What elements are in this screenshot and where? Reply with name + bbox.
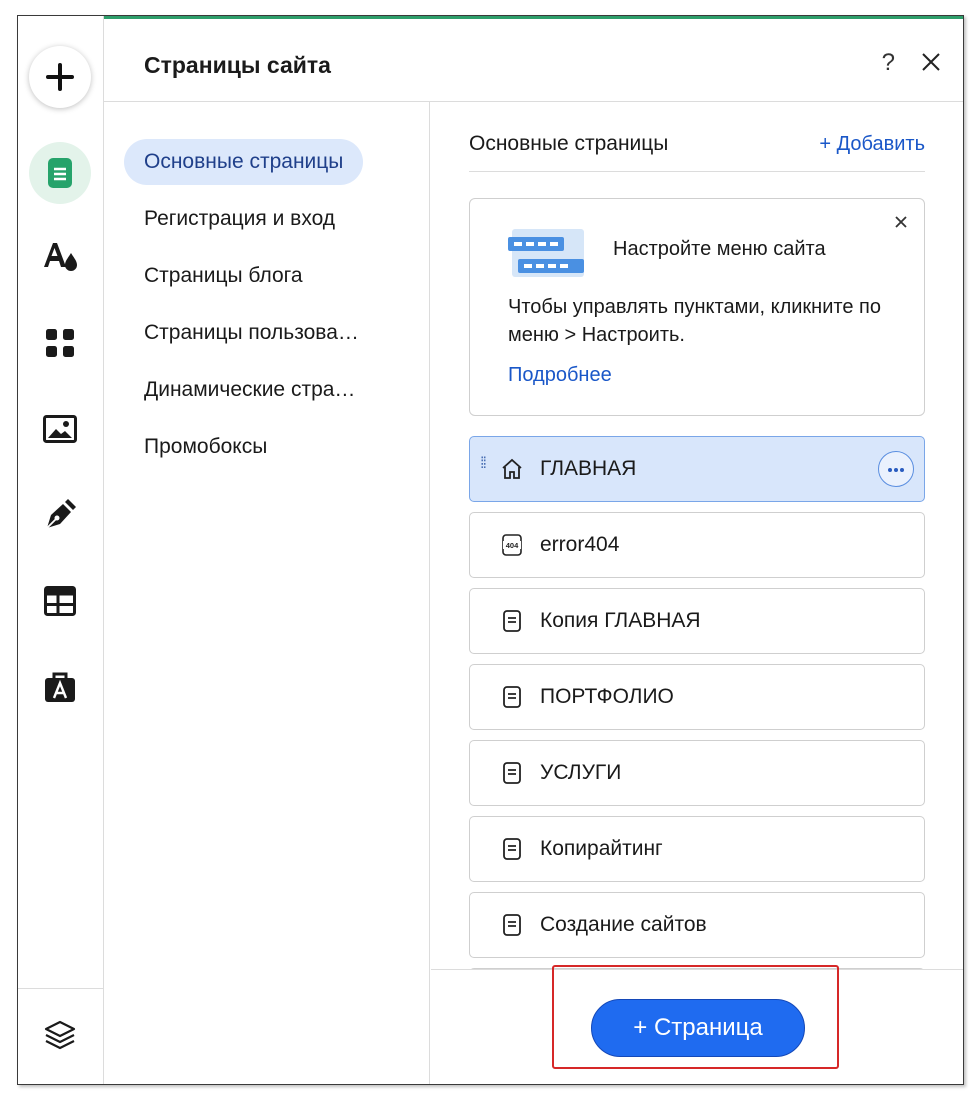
layers-button[interactable]: [29, 1004, 91, 1066]
pages-icon: [48, 158, 72, 188]
category-signup-login[interactable]: Регистрация и вход: [124, 196, 355, 242]
page-name: ГЛАВНАЯ: [540, 457, 637, 480]
page-icon: [503, 686, 521, 708]
page-icon: [503, 914, 521, 936]
category-user-pages[interactable]: Страницы пользова…: [124, 310, 379, 356]
site-pages-panel: Страницы сайта ? Основные страницы Регис…: [104, 19, 963, 1084]
apps-button[interactable]: [29, 312, 91, 374]
plus-icon: [46, 63, 74, 91]
help-button[interactable]: ?: [882, 49, 895, 77]
design-icon: [44, 243, 77, 271]
close-icon: [895, 216, 907, 228]
category-dynamic-pages[interactable]: Динамические стра…: [124, 367, 375, 413]
media-button[interactable]: [29, 398, 91, 460]
add-elements-button[interactable]: [29, 46, 91, 108]
learn-more-link[interactable]: Подробнее: [508, 364, 612, 387]
rail-divider: [18, 988, 104, 989]
page-list: ⁞⁞ ГЛАВНАЯ 404 error404 Копия ГЛАВНАЯ ПО…: [469, 436, 925, 972]
table-button[interactable]: [29, 570, 91, 632]
category-list: Основные страницы Регистрация и вход Стр…: [104, 102, 430, 1084]
page-row-services[interactable]: УСЛУГИ: [469, 740, 925, 806]
pen-icon: [46, 499, 76, 529]
site-pages-window: Страницы сайта ? Основные страницы Регис…: [17, 15, 964, 1085]
table-icon: [44, 586, 76, 616]
page-row-web-design[interactable]: Создание сайтов: [469, 892, 925, 958]
panel-header: Страницы сайта ?: [104, 19, 963, 102]
more-actions-button[interactable]: [878, 451, 914, 487]
page-name: УСЛУГИ: [540, 761, 622, 784]
tip-text: Чтобы управлять пунктами, кликните по ме…: [508, 296, 881, 346]
page-icon: [503, 762, 521, 784]
business-button[interactable]: [29, 656, 91, 718]
page-row-portfolio[interactable]: ПОРТФОЛИО: [469, 664, 925, 730]
pen-button[interactable]: [29, 484, 91, 546]
pane-header: Основные страницы + Добавить: [469, 126, 925, 172]
page-name: Копия ГЛАВНАЯ: [540, 609, 701, 632]
apps-icon: [46, 329, 74, 357]
highlight-annotation: [552, 965, 839, 1069]
pages-button[interactable]: [29, 142, 91, 204]
page-name: error404: [540, 533, 620, 556]
close-icon: [922, 53, 940, 71]
menu-tip-card: Настройте меню сайта Чтобы управлять пун…: [469, 198, 925, 416]
tip-close-button[interactable]: [892, 213, 910, 231]
tip-title: Настройте меню сайта: [613, 238, 826, 260]
layers-icon: [44, 1020, 76, 1050]
design-button[interactable]: [29, 226, 91, 288]
page-row-home[interactable]: ⁞⁞ ГЛАВНАЯ: [469, 436, 925, 502]
pane-title: Основные страницы: [469, 132, 669, 155]
category-lightboxes[interactable]: Промобоксы: [124, 424, 287, 470]
page-name: Копирайтинг: [540, 837, 663, 860]
drag-handle-icon[interactable]: ⁞⁞: [480, 456, 487, 472]
page-row-copywriting[interactable]: Копирайтинг: [469, 816, 925, 882]
page-row-home-copy[interactable]: Копия ГЛАВНАЯ: [469, 588, 925, 654]
home-icon: [502, 458, 522, 479]
category-blog-pages[interactable]: Страницы блога: [124, 253, 323, 299]
close-button[interactable]: [917, 48, 945, 76]
pages-pane: Основные страницы + Добавить Настройте м…: [431, 102, 963, 1084]
error-404-icon: 404: [502, 534, 522, 556]
tool-rail: [18, 16, 104, 1084]
menu-illustration: [508, 229, 584, 277]
page-name: ПОРТФОЛИО: [540, 685, 674, 708]
page-name: Создание сайтов: [540, 913, 707, 936]
page-row-error404[interactable]: 404 error404: [469, 512, 925, 578]
media-icon: [43, 415, 77, 443]
svg-text:404: 404: [506, 541, 519, 550]
page-icon: [503, 838, 521, 860]
category-main-pages[interactable]: Основные страницы: [124, 139, 364, 185]
business-icon: [45, 672, 75, 702]
panel-title: Страницы сайта: [144, 52, 331, 78]
add-page-link[interactable]: + Добавить: [819, 133, 925, 156]
page-icon: [503, 610, 521, 632]
